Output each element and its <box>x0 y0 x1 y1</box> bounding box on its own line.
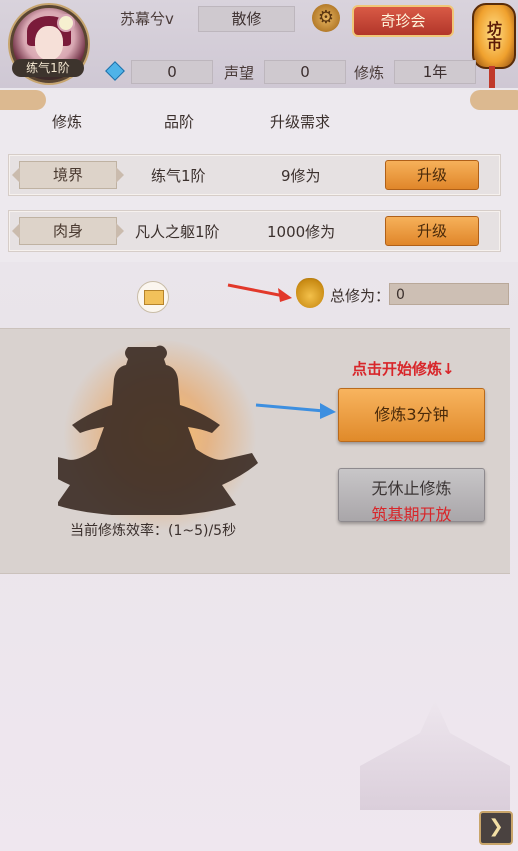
row-grade: 练气1阶 <box>151 167 206 185</box>
total-cultivation-value: 0 <box>389 283 509 305</box>
money-bag-icon <box>296 278 324 308</box>
total-cultivation-label: 总修为： <box>330 287 391 305</box>
table-row-realm: 境界 练气1阶 9修为 升级 <box>8 154 501 196</box>
endless-label: 无休止修炼 <box>371 479 452 498</box>
gear-icon[interactable]: ⚙ <box>312 4 340 32</box>
efficiency-text: 当前修炼效率：(1~5)/5秒 <box>70 523 237 539</box>
market-lantern-button[interactable]: 坊市 <box>472 3 516 69</box>
background-pagoda-roof <box>360 700 510 810</box>
column-header-requirement: 升级需求 <box>270 113 331 131</box>
meditating-figure-silhouette <box>58 345 258 515</box>
column-header-cultivation: 修炼 <box>52 113 83 131</box>
sect-box: 散修 <box>198 6 295 32</box>
red-arrow-annotation <box>227 283 292 302</box>
row-name-tag: 境界 <box>12 161 124 189</box>
cultivation-label: 修炼 <box>354 64 385 82</box>
meditate-3-minutes-button[interactable]: 修炼3分钟 <box>338 388 485 442</box>
avatar-rank-badge: 练气1阶 <box>12 59 84 77</box>
cloud-decoration-right <box>470 90 518 110</box>
mail-icon[interactable] <box>137 281 169 313</box>
endless-meditation-button[interactable]: 无休止修炼 筑基期开放 <box>338 468 485 524</box>
reputation-value: 0 <box>264 60 346 84</box>
row-name-tag: 肉身 <box>12 217 124 245</box>
blue-arrow-annotation <box>255 403 336 419</box>
column-header-grade: 品阶 <box>164 113 195 131</box>
avatar-flower <box>57 14 75 32</box>
start-hint: 点击开始修炼↓ <box>352 360 455 378</box>
reputation-label: 声望 <box>224 64 255 82</box>
row-requirement: 9修为 <box>281 167 321 185</box>
row-requirement: 1000修为 <box>267 223 336 241</box>
qizhen-button[interactable]: 奇珍会 <box>352 5 454 37</box>
row-grade: 凡人之躯1阶 <box>135 223 220 241</box>
cultivation-years: 1年 <box>394 60 476 84</box>
lantern-tassel <box>489 66 495 88</box>
upgrade-body-button[interactable]: 升级 <box>385 216 479 246</box>
gem-count: 0 <box>131 60 213 84</box>
envelope-shape <box>144 290 164 305</box>
chevron-right-icon[interactable]: ❯ <box>479 811 513 845</box>
cloud-decoration-left <box>0 90 46 110</box>
table-row-body: 肉身 凡人之躯1阶 1000修为 升级 <box>8 210 501 252</box>
unlock-condition: 筑基期开放 <box>371 505 452 524</box>
player-name: 苏幕兮v <box>120 10 174 28</box>
upgrade-realm-button[interactable]: 升级 <box>385 160 479 190</box>
avatar-face <box>35 26 63 60</box>
